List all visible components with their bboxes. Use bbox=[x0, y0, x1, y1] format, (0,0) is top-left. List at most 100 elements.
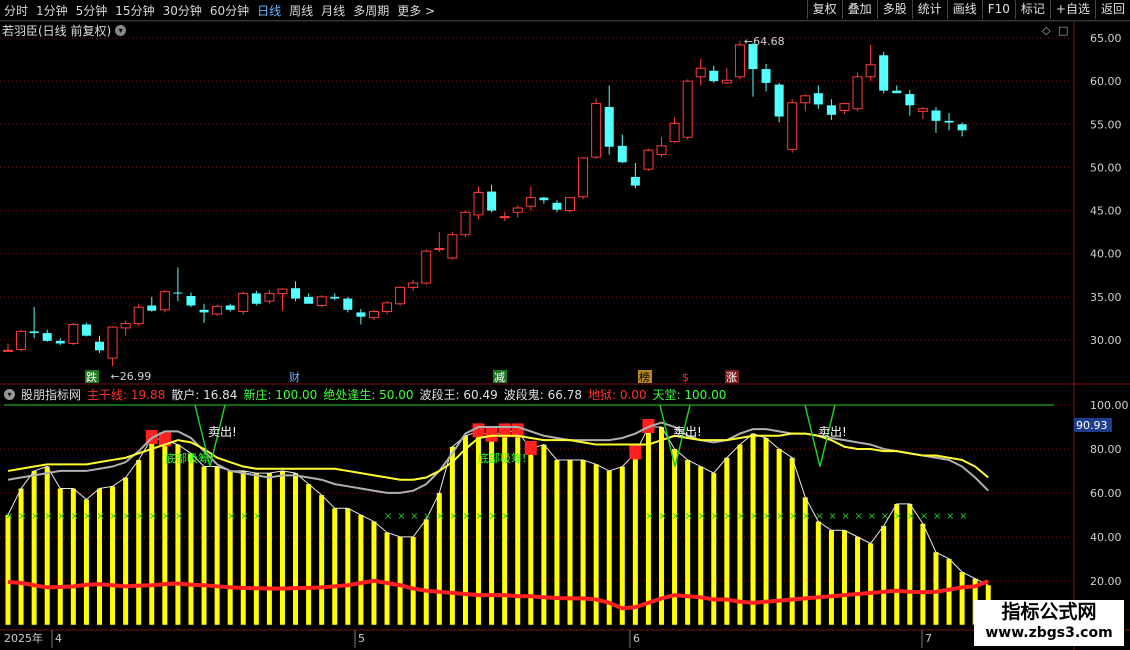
period-tab-5[interactable]: 60分钟 bbox=[210, 2, 249, 19]
period-tab-8[interactable]: 月线 bbox=[321, 2, 345, 19]
indicator-bar-13 bbox=[175, 444, 181, 625]
green-marker-56: × bbox=[737, 511, 745, 522]
green-marker-50: × bbox=[659, 511, 667, 522]
candle-body-4 bbox=[55, 340, 65, 344]
green-marker-5: × bbox=[70, 511, 78, 522]
peak-block-2-48 bbox=[629, 445, 642, 460]
indicator-value-0: 主干线: 19.88 bbox=[87, 387, 166, 402]
indicator-bar-51 bbox=[672, 448, 678, 625]
candle-body-22 bbox=[291, 288, 301, 299]
indicator-bar-52 bbox=[685, 459, 691, 625]
green-marker-71: × bbox=[933, 511, 941, 522]
toolbar-button-5[interactable]: F10 bbox=[981, 0, 1015, 19]
period-tab-4[interactable]: 30分钟 bbox=[163, 2, 202, 19]
green-marker-38: × bbox=[502, 511, 510, 522]
indicator-bar-8 bbox=[110, 486, 116, 625]
candle-body-19 bbox=[251, 293, 261, 304]
candle-body-14 bbox=[186, 295, 196, 306]
indicator-bar-24 bbox=[319, 495, 325, 625]
period-tab-6[interactable]: 日线 bbox=[257, 2, 281, 19]
indicator-bar-0 bbox=[5, 514, 11, 625]
indicator-bar-15 bbox=[201, 466, 207, 625]
indicator-name[interactable]: 股朋指标网 bbox=[21, 386, 81, 403]
green-marker-19: × bbox=[253, 511, 261, 522]
month-label-1: 5 bbox=[358, 632, 365, 645]
period-tab-10[interactable]: 更多 > bbox=[397, 2, 435, 19]
candle-body-37 bbox=[487, 191, 497, 211]
candle-body-6 bbox=[81, 324, 91, 336]
indicator-bar-70 bbox=[920, 523, 926, 625]
price-tick-label-7: 30.00 bbox=[1090, 334, 1122, 347]
candle-body-40 bbox=[525, 197, 536, 207]
indicator-bar-23 bbox=[306, 484, 312, 625]
period-tab-1[interactable]: 1分钟 bbox=[36, 2, 68, 19]
candle-body-36 bbox=[473, 191, 484, 216]
green-marker-72: × bbox=[946, 511, 954, 522]
chevron-down-icon[interactable]: ▾ bbox=[115, 24, 127, 36]
green-marker-33: × bbox=[436, 511, 444, 522]
toolbar-button-4[interactable]: 画线 bbox=[946, 0, 982, 19]
green-marker-58: × bbox=[763, 511, 771, 522]
candle-body-3 bbox=[42, 333, 52, 341]
period-tab-9[interactable]: 多周期 bbox=[353, 2, 389, 19]
indicator-bar-56 bbox=[737, 444, 743, 625]
candle-body-33 bbox=[434, 248, 445, 251]
candle-body-27 bbox=[356, 312, 366, 317]
candle-body-25 bbox=[330, 296, 340, 299]
toolbar-button-3[interactable]: 统计 bbox=[911, 0, 947, 19]
signal-text-2: 减 bbox=[494, 371, 505, 384]
green-marker-63: × bbox=[828, 511, 836, 522]
toolbar-buttons: 复权 叠加 多股 统计 画线 F10 标记 +自选 返回 bbox=[806, 0, 1130, 20]
period-tab-3[interactable]: 15分钟 bbox=[115, 2, 154, 19]
month-label-2: 6 bbox=[633, 632, 640, 645]
chevron-down-icon[interactable]: ▾ bbox=[4, 388, 15, 400]
green-marker-32: × bbox=[423, 511, 431, 522]
candle-body-57 bbox=[748, 44, 758, 70]
candle-body-28 bbox=[368, 311, 379, 319]
indicator-bar-28 bbox=[371, 521, 377, 625]
price-tick-label-1: 60.00 bbox=[1090, 75, 1122, 88]
indicator-value-6: 地狱: 0.00 bbox=[587, 387, 647, 402]
green-marker-36: × bbox=[476, 511, 484, 522]
candle-body-7 bbox=[94, 341, 104, 351]
candle-body-72 bbox=[944, 120, 954, 123]
green-marker-67: × bbox=[881, 511, 889, 522]
ind-tick-label-1: 80.00 bbox=[1090, 443, 1122, 456]
bottom-label-1: 底部吸筹! bbox=[478, 451, 526, 465]
main-chart-header: 若羽臣(日线 前复权) ▾ bbox=[2, 22, 127, 38]
candle-body-44 bbox=[578, 157, 589, 198]
indicator-bar-4 bbox=[57, 488, 63, 625]
period-tab-7[interactable]: 周线 bbox=[289, 2, 313, 19]
period-tab-0[interactable]: 分时 bbox=[4, 2, 28, 19]
candle-body-70 bbox=[917, 108, 928, 112]
candle-body-51 bbox=[669, 122, 680, 143]
candle-body-30 bbox=[395, 286, 406, 305]
toolbar-button-1[interactable]: 叠加 bbox=[841, 0, 877, 19]
indicator-bar-17 bbox=[227, 470, 233, 625]
toolbar-button-2[interactable]: 多股 bbox=[876, 0, 912, 19]
candle-body-61 bbox=[800, 95, 811, 104]
indicator-bar-64 bbox=[841, 530, 847, 625]
green-marker-0: × bbox=[5, 511, 13, 522]
stock-title: 若羽臣(日线 前复权) bbox=[2, 23, 112, 38]
candle-body-55 bbox=[721, 79, 732, 84]
green-marker-13: × bbox=[175, 511, 183, 522]
toolbar-button-6[interactable]: 标记 bbox=[1014, 0, 1050, 19]
candle-body-63 bbox=[826, 105, 836, 115]
green-marker-29: × bbox=[384, 511, 392, 522]
indicator-bar-67 bbox=[881, 525, 887, 625]
candle-body-35 bbox=[460, 211, 471, 236]
candle-body-45 bbox=[591, 103, 602, 158]
candle-body-64 bbox=[839, 103, 850, 111]
toolbar-button-8[interactable]: 返回 bbox=[1094, 0, 1130, 19]
toolbar-button-7[interactable]: +自选 bbox=[1049, 0, 1095, 19]
toolbar-button-0[interactable]: 复权 bbox=[806, 0, 842, 19]
indicator-bar-22 bbox=[293, 473, 299, 625]
indicator-bar-10 bbox=[136, 459, 142, 625]
green-marker-57: × bbox=[750, 511, 758, 522]
period-tab-2[interactable]: 5分钟 bbox=[76, 2, 108, 19]
candle-body-59 bbox=[774, 84, 784, 117]
green-marker-65: × bbox=[855, 511, 863, 522]
indicator-bar-48 bbox=[632, 453, 638, 625]
candle-body-54 bbox=[709, 70, 719, 82]
